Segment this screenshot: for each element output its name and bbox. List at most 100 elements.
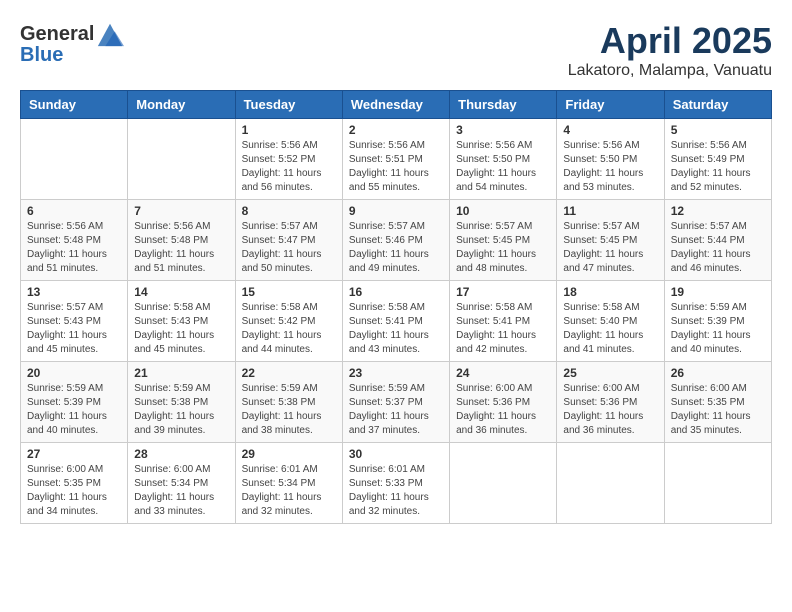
- day-number: 30: [349, 447, 443, 461]
- day-number: 21: [134, 366, 228, 380]
- day-number: 26: [671, 366, 765, 380]
- calendar-cell: 24 Sunrise: 6:00 AMSunset: 5:36 PMDayligh…: [450, 362, 557, 443]
- day-info: Sunrise: 5:57 AMSunset: 5:43 PMDaylight:…: [27, 301, 121, 357]
- calendar-week-row: 1 Sunrise: 5:56 AMSunset: 5:52 PMDaylight…: [21, 119, 772, 200]
- calendar-cell: [664, 443, 771, 524]
- day-number: 2: [349, 123, 443, 137]
- weekday-header: Monday: [128, 91, 235, 119]
- calendar-cell: 26 Sunrise: 6:00 AMSunset: 5:35 PMDayligh…: [664, 362, 771, 443]
- day-info: Sunrise: 5:57 AMSunset: 5:46 PMDaylight:…: [349, 220, 443, 276]
- day-number: 16: [349, 285, 443, 299]
- calendar-cell: 15Sunrise: 5:58 AMSunset: 5:42 PMDayligh…: [235, 281, 342, 362]
- day-info: Sunrise: 5:56 AMSunset: 5:48 PMDaylight:…: [27, 220, 121, 276]
- day-info: Sunrise: 5:58 AMSunset: 5:42 PMDaylight:…: [242, 301, 336, 357]
- calendar-cell: 2 Sunrise: 5:56 AMSunset: 5:51 PMDaylight…: [342, 119, 449, 200]
- calendar-cell: 5 Sunrise: 5:56 AMSunset: 5:49 PMDaylight…: [664, 119, 771, 200]
- day-info: Sunrise: 5:57 AMSunset: 5:47 PMDaylight:…: [242, 220, 336, 276]
- calendar-cell: 7 Sunrise: 5:56 AMSunset: 5:48 PMDaylight…: [128, 200, 235, 281]
- day-number: 8: [242, 204, 336, 218]
- day-number: 4: [563, 123, 657, 137]
- day-info: Sunrise: 6:00 AMSunset: 5:36 PMDaylight:…: [456, 382, 550, 438]
- day-number: 14: [134, 285, 228, 299]
- calendar-cell: 4 Sunrise: 5:56 AMSunset: 5:50 PMDaylight…: [557, 119, 664, 200]
- day-number: 17: [456, 285, 550, 299]
- day-info: Sunrise: 5:56 AMSunset: 5:51 PMDaylight:…: [349, 139, 443, 195]
- weekday-header: Tuesday: [235, 91, 342, 119]
- day-number: 25: [563, 366, 657, 380]
- calendar-cell: 25 Sunrise: 6:00 AMSunset: 5:36 PMDayligh…: [557, 362, 664, 443]
- calendar-cell: 14Sunrise: 5:58 AMSunset: 5:43 PMDayligh…: [128, 281, 235, 362]
- day-number: 10: [456, 204, 550, 218]
- location-title: Lakatoro, Malampa, Vanuatu: [568, 62, 772, 80]
- day-number: 27: [27, 447, 121, 461]
- weekday-header: Thursday: [450, 91, 557, 119]
- calendar-cell: [128, 119, 235, 200]
- day-number: 24: [456, 366, 550, 380]
- calendar-cell: [557, 443, 664, 524]
- day-number: 5: [671, 123, 765, 137]
- calendar-cell: 27 Sunrise: 6:00 AMSunset: 5:35 PMDayligh…: [21, 443, 128, 524]
- calendar-week-row: 6Sunrise: 5:56 AMSunset: 5:48 PMDaylight…: [21, 200, 772, 281]
- calendar-cell: 29Sunrise: 6:01 AMSunset: 5:34 PMDayligh…: [235, 443, 342, 524]
- day-number: 1: [242, 123, 336, 137]
- calendar-cell: 6Sunrise: 5:56 AMSunset: 5:48 PMDaylight…: [21, 200, 128, 281]
- day-number: 19: [671, 285, 765, 299]
- day-info: Sunrise: 5:56 AMSunset: 5:52 PMDaylight:…: [242, 139, 336, 195]
- logo: General Blue: [20, 20, 124, 67]
- calendar-cell: 3Sunrise: 5:56 AMSunset: 5:50 PMDaylight…: [450, 119, 557, 200]
- weekday-header: Friday: [557, 91, 664, 119]
- day-number: 23: [349, 366, 443, 380]
- day-info: Sunrise: 5:56 AMSunset: 5:50 PMDaylight:…: [563, 139, 657, 195]
- calendar-cell: 9 Sunrise: 5:57 AMSunset: 5:46 PMDaylight…: [342, 200, 449, 281]
- calendar-cell: 19 Sunrise: 5:59 AMSunset: 5:39 PMDayligh…: [664, 281, 771, 362]
- calendar-cell: 8 Sunrise: 5:57 AMSunset: 5:47 PMDaylight…: [235, 200, 342, 281]
- calendar-week-row: 27 Sunrise: 6:00 AMSunset: 5:35 PMDayligh…: [21, 443, 772, 524]
- day-info: Sunrise: 6:00 AMSunset: 5:35 PMDaylight:…: [27, 463, 121, 519]
- day-number: 11: [563, 204, 657, 218]
- day-number: 18: [563, 285, 657, 299]
- day-number: 13: [27, 285, 121, 299]
- calendar-cell: 16Sunrise: 5:58 AMSunset: 5:41 PMDayligh…: [342, 281, 449, 362]
- calendar-week-row: 20 Sunrise: 5:59 AMSunset: 5:39 PMDayligh…: [21, 362, 772, 443]
- calendar-cell: 17Sunrise: 5:58 AMSunset: 5:41 PMDayligh…: [450, 281, 557, 362]
- calendar-cell: [21, 119, 128, 200]
- weekday-header: Saturday: [664, 91, 771, 119]
- day-number: 28: [134, 447, 228, 461]
- calendar-cell: 13 Sunrise: 5:57 AMSunset: 5:43 PMDayligh…: [21, 281, 128, 362]
- day-info: Sunrise: 5:58 AMSunset: 5:40 PMDaylight:…: [563, 301, 657, 357]
- day-info: Sunrise: 5:57 AMSunset: 5:45 PMDaylight:…: [456, 220, 550, 276]
- calendar-cell: 30 Sunrise: 6:01 AMSunset: 5:33 PMDayligh…: [342, 443, 449, 524]
- calendar-cell: [450, 443, 557, 524]
- day-info: Sunrise: 6:00 AMSunset: 5:36 PMDaylight:…: [563, 382, 657, 438]
- page-header: General Blue April 2025 Lakatoro, Malamp…: [20, 20, 772, 80]
- day-info: Sunrise: 5:57 AMSunset: 5:45 PMDaylight:…: [563, 220, 657, 276]
- day-info: Sunrise: 6:01 AMSunset: 5:33 PMDaylight:…: [349, 463, 443, 519]
- day-info: Sunrise: 5:56 AMSunset: 5:49 PMDaylight:…: [671, 139, 765, 195]
- day-info: Sunrise: 5:59 AMSunset: 5:39 PMDaylight:…: [27, 382, 121, 438]
- calendar-cell: 1 Sunrise: 5:56 AMSunset: 5:52 PMDaylight…: [235, 119, 342, 200]
- calendar-cell: 21 Sunrise: 5:59 AMSunset: 5:38 PMDayligh…: [128, 362, 235, 443]
- day-info: Sunrise: 5:59 AMSunset: 5:39 PMDaylight:…: [671, 301, 765, 357]
- day-info: Sunrise: 6:00 AMSunset: 5:35 PMDaylight:…: [671, 382, 765, 438]
- weekday-header: Sunday: [21, 91, 128, 119]
- day-info: Sunrise: 5:56 AMSunset: 5:48 PMDaylight:…: [134, 220, 228, 276]
- day-info: Sunrise: 5:57 AMSunset: 5:44 PMDaylight:…: [671, 220, 765, 276]
- weekday-header: Wednesday: [342, 91, 449, 119]
- day-number: 20: [27, 366, 121, 380]
- title-block: April 2025 Lakatoro, Malampa, Vanuatu: [568, 20, 772, 80]
- day-number: 9: [349, 204, 443, 218]
- day-info: Sunrise: 5:59 AMSunset: 5:38 PMDaylight:…: [134, 382, 228, 438]
- month-title: April 2025: [568, 20, 772, 62]
- weekday-header-row: SundayMondayTuesdayWednesdayThursdayFrid…: [21, 91, 772, 119]
- calendar-cell: 11 Sunrise: 5:57 AMSunset: 5:45 PMDayligh…: [557, 200, 664, 281]
- calendar-week-row: 13 Sunrise: 5:57 AMSunset: 5:43 PMDayligh…: [21, 281, 772, 362]
- day-number: 29: [242, 447, 336, 461]
- logo-icon: [96, 20, 124, 48]
- day-number: 3: [456, 123, 550, 137]
- logo-blue-text: Blue: [20, 44, 63, 67]
- calendar-cell: 23Sunrise: 5:59 AMSunset: 5:37 PMDayligh…: [342, 362, 449, 443]
- day-number: 7: [134, 204, 228, 218]
- calendar-cell: 18 Sunrise: 5:58 AMSunset: 5:40 PMDayligh…: [557, 281, 664, 362]
- day-number: 22: [242, 366, 336, 380]
- calendar-cell: 10 Sunrise: 5:57 AMSunset: 5:45 PMDayligh…: [450, 200, 557, 281]
